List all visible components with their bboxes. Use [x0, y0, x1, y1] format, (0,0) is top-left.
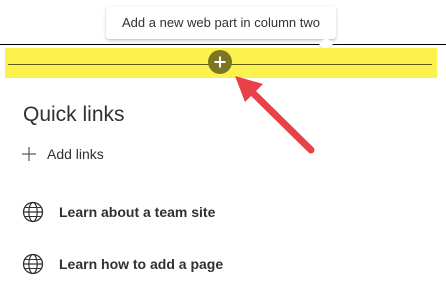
- tooltip: Add a new web part in column two: [106, 6, 336, 52]
- quick-link-label: Learn how to add a page: [59, 256, 224, 272]
- section-divider: [0, 44, 446, 45]
- quick-link-item[interactable]: Learn how to add a page: [22, 251, 223, 277]
- globe-icon: [22, 201, 44, 223]
- quick-link-item[interactable]: Learn about a team site: [22, 199, 215, 225]
- globe-icon: [22, 253, 44, 275]
- plus-icon: [22, 147, 36, 161]
- annotation-arrow: [235, 76, 315, 154]
- tooltip-text: Add a new web part in column two: [122, 15, 320, 30]
- add-links-label: Add links: [47, 146, 104, 162]
- add-links-button[interactable]: Add links: [21, 143, 104, 165]
- quick-links-title: Quick links: [23, 103, 125, 126]
- plus-circle-icon: [214, 56, 226, 68]
- quick-link-label: Learn about a team site: [59, 204, 216, 220]
- add-webpart-button[interactable]: [208, 50, 232, 74]
